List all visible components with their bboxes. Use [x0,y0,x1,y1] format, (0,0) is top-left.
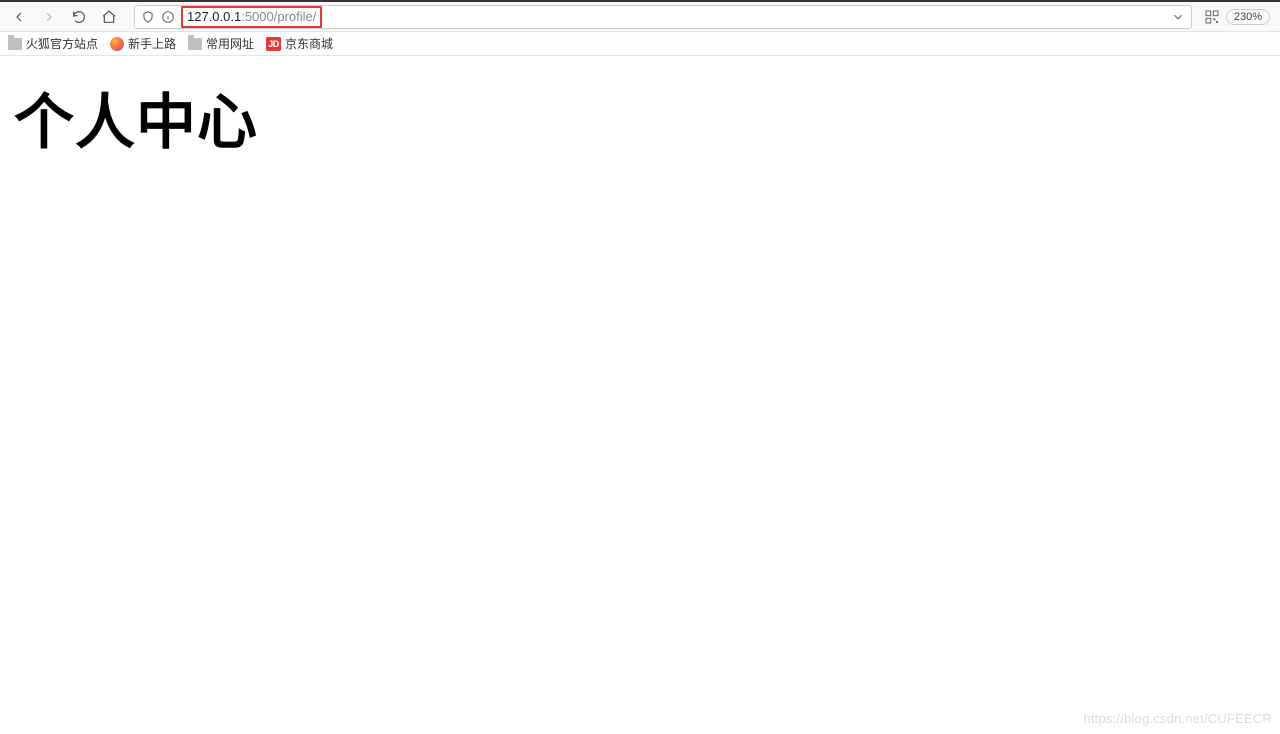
url-input[interactable]: 127.0.0.1:5000/profile/ [134,5,1192,29]
bookmark-label: 火狐官方站点 [26,35,98,52]
firefox-icon [110,37,124,51]
home-icon [101,9,117,25]
bookmark-label: 新手上路 [128,35,176,52]
toolbar-right-controls: 230% [1204,9,1274,25]
reload-icon [71,9,87,25]
url-highlight-annotation: 127.0.0.1:5000/profile/ [181,6,322,28]
forward-button [36,4,62,30]
page-content: 个人中心 [0,56,1280,179]
page-heading: 个人中心 [14,74,1266,161]
back-button[interactable] [6,4,32,30]
nav-toolbar: 127.0.0.1:5000/profile/ 230% [0,2,1280,32]
zoom-level-button[interactable]: 230% [1226,9,1270,25]
info-icon[interactable] [161,10,175,24]
home-button[interactable] [96,4,122,30]
bookmark-item-common-urls[interactable]: 常用网址 [188,35,254,52]
arrow-right-icon [41,9,57,25]
bookmark-label: 京东商城 [285,35,333,52]
folder-icon [8,38,22,50]
bookmark-item-jd[interactable]: JD 京东商城 [266,35,333,52]
bookmarks-bar: 火狐官方站点 新手上路 常用网址 JD 京东商城 [0,32,1280,56]
chevron-down-icon[interactable] [1171,10,1185,24]
jd-icon: JD [266,37,281,51]
bookmark-item-getting-started[interactable]: 新手上路 [110,35,176,52]
folder-icon [188,38,202,50]
bookmark-label: 常用网址 [206,35,254,52]
url-host: 127.0.0.1 [187,9,241,24]
watermark-text: https://blog.csdn.net/CUFEECR [1083,711,1272,726]
urlbar-container: 127.0.0.1:5000/profile/ [134,5,1192,29]
arrow-left-icon [11,9,27,25]
shield-icon[interactable] [141,10,155,24]
reload-button[interactable] [66,4,92,30]
url-path: :5000/profile/ [241,9,316,24]
url-text: 127.0.0.1:5000/profile/ [187,9,316,24]
bookmark-item-firefox-official[interactable]: 火狐官方站点 [8,35,98,52]
qr-icon[interactable] [1204,9,1220,25]
